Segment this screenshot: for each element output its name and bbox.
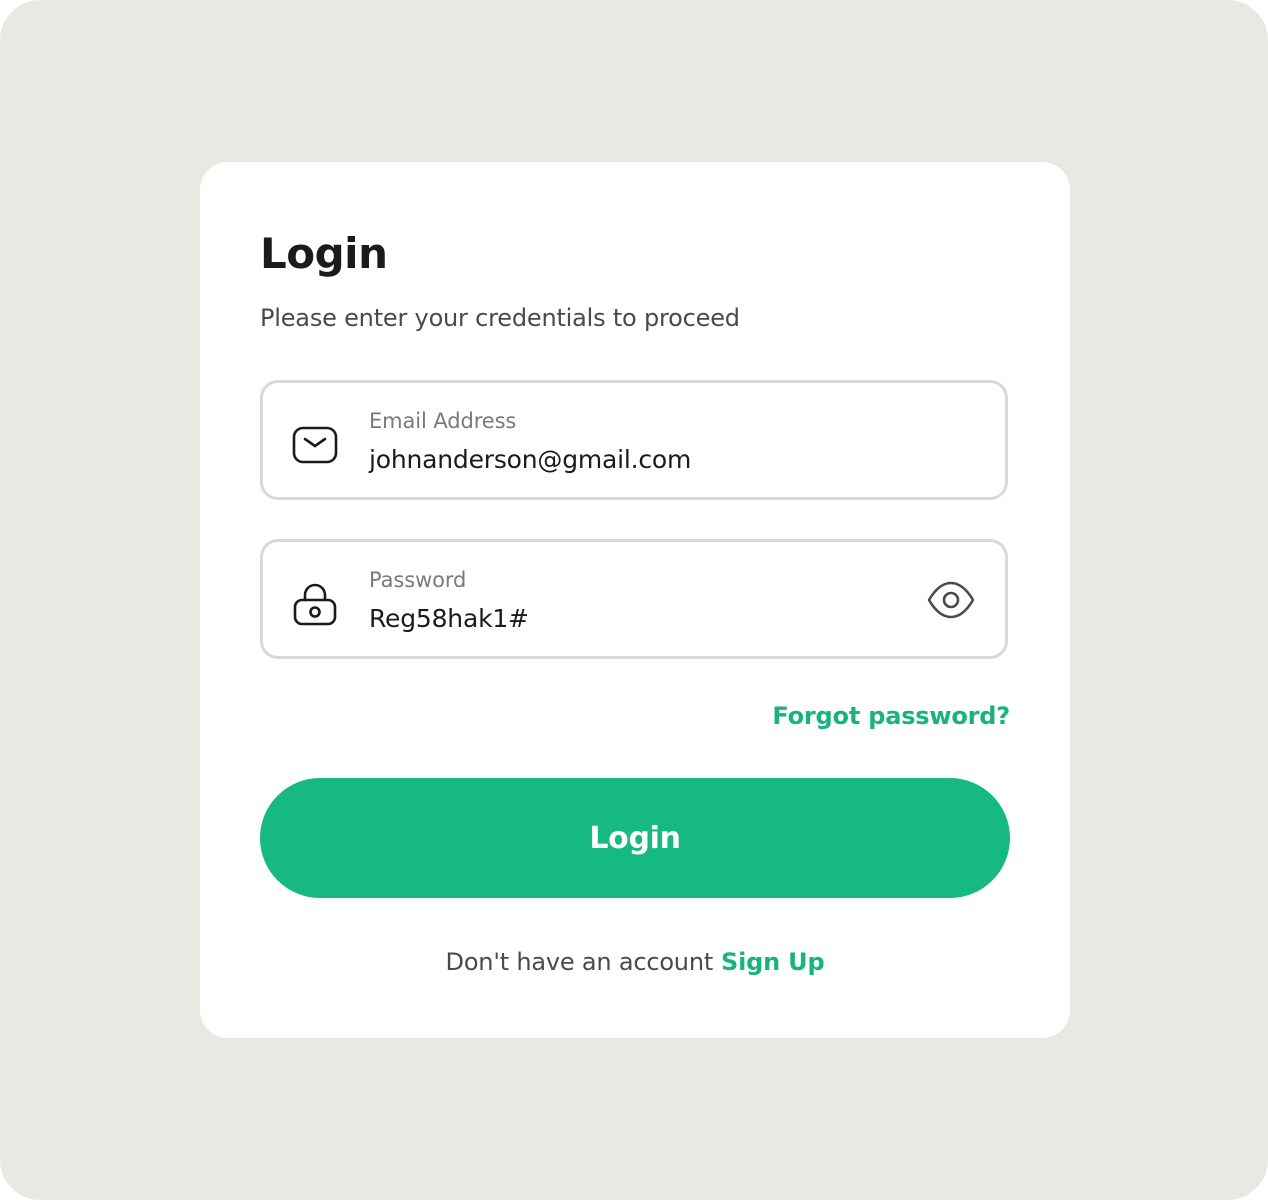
page-title: Login — [260, 229, 388, 278]
signup-row: Don't have an account Sign Up — [200, 944, 1070, 980]
password-label: Password — [369, 568, 467, 592]
sign-up-link[interactable]: Sign Up — [721, 948, 825, 976]
eye-icon — [927, 581, 975, 619]
lock-icon — [291, 580, 339, 628]
email-field[interactable]: Email Address johnanderson@gmail.com — [260, 380, 1008, 500]
page-subtitle: Please enter your credentials to proceed — [260, 304, 740, 332]
envelope-icon — [291, 421, 339, 469]
show-password-toggle[interactable] — [925, 576, 977, 624]
email-input[interactable]: johnanderson@gmail.com — [369, 443, 691, 477]
forgot-password-link[interactable]: Forgot password? — [772, 698, 1010, 734]
page-background: Login Please enter your credentials to p… — [0, 0, 1268, 1200]
email-label: Email Address — [369, 409, 517, 433]
password-input[interactable]: Reg58hak1# — [369, 602, 529, 636]
login-button[interactable]: Login — [260, 778, 1010, 898]
signup-prompt: Don't have an account — [445, 948, 714, 976]
password-field[interactable]: Password Reg58hak1# — [260, 539, 1008, 659]
login-card: Login Please enter your credentials to p… — [200, 162, 1070, 1038]
